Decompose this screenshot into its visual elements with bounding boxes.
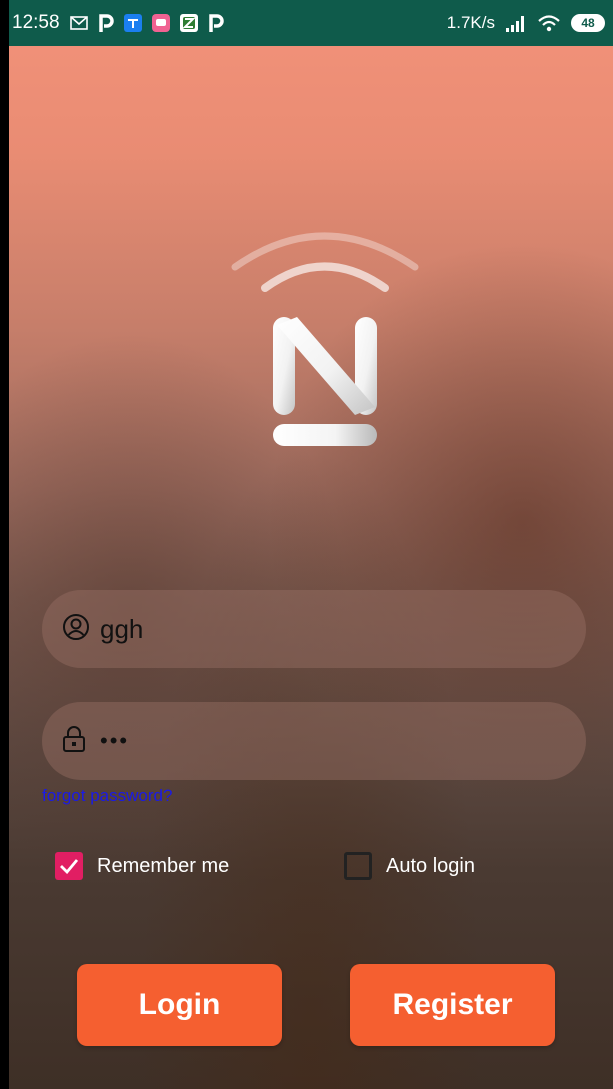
username-field[interactable]: ggh (42, 590, 586, 668)
p-app-icon (98, 13, 114, 33)
login-button[interactable]: Login (77, 964, 282, 1046)
lock-icon (62, 725, 86, 758)
app-screen: 12:58 1.7K/s 48 ggh ••• forgot password?… (9, 0, 613, 1089)
remember-me-checkbox[interactable] (55, 852, 83, 880)
password-value[interactable]: ••• (100, 728, 129, 754)
status-right: 1.7K/s 48 (447, 13, 605, 33)
user-icon (62, 613, 90, 646)
network-speed: 1.7K/s (446, 13, 495, 32)
battery-icon: 48 (571, 14, 605, 32)
p-app-icon (208, 13, 224, 33)
app-logo-icon (231, 232, 419, 446)
zhihu-app-icon (123, 14, 142, 32)
username-value[interactable]: ggh (100, 614, 143, 645)
forgot-password-link[interactable]: forgot password? (42, 786, 172, 806)
password-field[interactable]: ••• (42, 702, 586, 780)
checkmark-icon (60, 859, 79, 874)
remember-me-option[interactable]: Remember me (55, 852, 229, 880)
remember-me-label: Remember me (97, 854, 230, 877)
status-bar: 12:58 1.7K/s 48 (9, 0, 613, 46)
status-time: 12:58 (12, 12, 60, 33)
auto-login-checkbox[interactable] (344, 852, 372, 880)
signal-icon (505, 14, 527, 32)
register-button[interactable]: Register (350, 964, 555, 1046)
mail-icon (69, 16, 88, 30)
z-app-icon (179, 14, 198, 32)
auto-login-option[interactable]: Auto login (344, 852, 475, 880)
status-left: 12:58 (12, 12, 224, 34)
auto-login-label: Auto login (386, 854, 475, 877)
wifi-icon (537, 14, 561, 32)
chat-app-icon (151, 14, 170, 32)
